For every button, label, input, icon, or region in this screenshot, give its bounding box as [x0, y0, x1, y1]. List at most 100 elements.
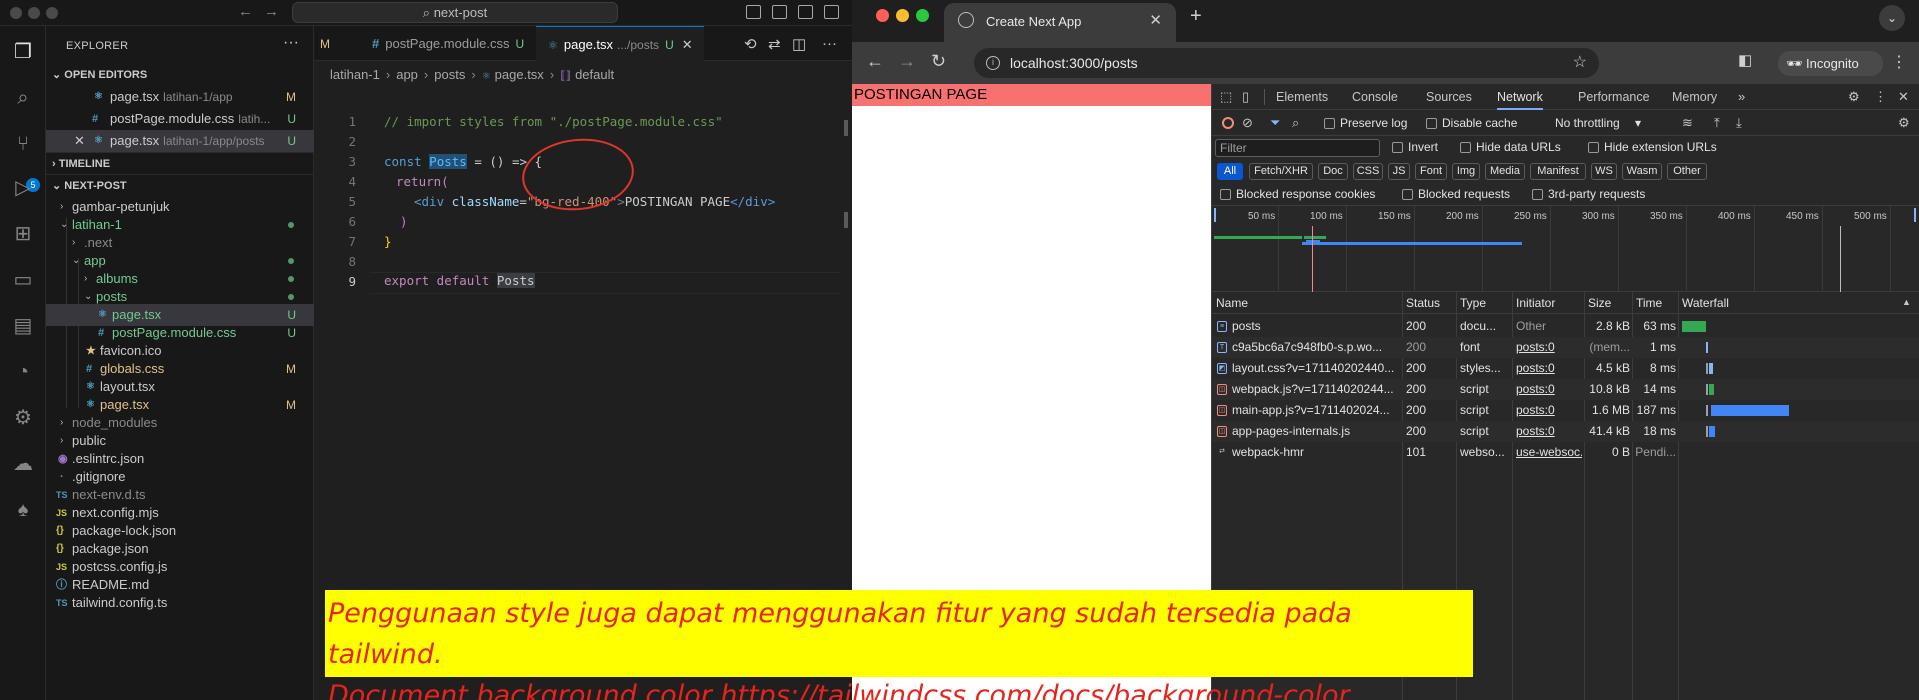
close-devtools-icon[interactable]: ✕	[1898, 89, 1909, 105]
network-settings-icon[interactable]: ⚙	[1898, 115, 1910, 131]
scrollbar-marker[interactable]	[844, 120, 848, 136]
import-har-icon[interactable]: ⤒	[1714, 115, 1720, 131]
network-overview[interactable]: 50 ms 100 ms 150 ms 200 ms 250 ms 300 ms…	[1212, 206, 1919, 292]
cell-initiator[interactable]: posts:0	[1516, 337, 1582, 358]
source-control-icon[interactable]: ⑂	[11, 132, 35, 156]
incognito-badge[interactable]: 🕶 Incognito	[1778, 51, 1883, 76]
clear-icon[interactable]: ⊘	[1242, 115, 1253, 131]
overview-range-handle[interactable]	[1214, 208, 1216, 222]
type-filter-ws[interactable]: WS	[1591, 163, 1617, 180]
address-bar[interactable]: i localhost:3000/posts ☆	[974, 48, 1599, 78]
tab-elements[interactable]: Elements	[1276, 84, 1328, 110]
column-header-type[interactable]: Type	[1456, 292, 1486, 314]
type-filter-manifest[interactable]: Manifest	[1530, 163, 1586, 180]
search-icon[interactable]: ⌕	[11, 86, 35, 110]
explorer-icon[interactable]: ❐	[11, 40, 35, 64]
disable-cache-checkbox[interactable]	[1426, 118, 1437, 129]
docker-icon[interactable]: ☁	[11, 452, 35, 476]
extensions-icon[interactable]: ⊞	[11, 222, 35, 246]
settings-sync-icon[interactable]: ⚙	[11, 406, 35, 430]
close-tab-icon[interactable]: ✕	[1149, 11, 1162, 29]
back-arrow-icon[interactable]: ←	[238, 3, 253, 20]
chrome-menu-icon[interactable]: ⋮	[1891, 52, 1907, 72]
side-panel-icon[interactable]: ◧	[1738, 51, 1752, 69]
preserve-log-checkbox[interactable]	[1324, 118, 1335, 129]
type-filter-media[interactable]: Media	[1485, 163, 1525, 180]
filter-funnel-icon[interactable]: ⏷	[1270, 115, 1280, 131]
customize-layout-icon[interactable]	[824, 5, 839, 19]
column-header-size[interactable]: Size	[1584, 292, 1611, 314]
invert-checkbox[interactable]	[1392, 142, 1403, 153]
new-tab-button[interactable]: +	[1190, 5, 1202, 28]
run-debug-icon[interactable]: ▷	[11, 176, 35, 200]
record-stop-icon[interactable]	[1222, 117, 1234, 129]
table-row[interactable]: ◩ layout.css?v=171140202440... 200 styles..…	[1212, 358, 1919, 379]
network-conditions-icon[interactable]: ≋	[1682, 115, 1693, 131]
browser-tab[interactable]: Create Next App ✕	[944, 3, 1176, 42]
blocked-cookies-checkbox[interactable]	[1220, 189, 1231, 200]
hide-data-urls-checkbox[interactable]	[1460, 142, 1471, 153]
back-arrow-icon[interactable]: ←	[866, 51, 884, 72]
tab-postpage-css[interactable]: # postPage.module.css U	[358, 26, 536, 61]
mongodb-leaf-icon[interactable]: ♠	[11, 498, 35, 522]
open-editor-item[interactable]: ⚛ page.tsx latihan-1/app M	[46, 86, 314, 108]
type-filter-font[interactable]: Font	[1415, 163, 1447, 180]
cell-initiator[interactable]: posts:0	[1516, 358, 1582, 379]
column-header-status[interactable]: Status	[1402, 292, 1440, 314]
column-header-initiator[interactable]: Initiator	[1512, 292, 1555, 314]
type-filter-js[interactable]: JS	[1388, 163, 1410, 180]
table-row[interactable]: ◫ webpack.js?v=17114020244... 200 script pos…	[1212, 379, 1919, 400]
export-har-icon[interactable]: ⤓	[1736, 115, 1742, 131]
more-actions-icon[interactable]: ···	[822, 35, 837, 52]
site-info-icon[interactable]: i	[986, 56, 1000, 70]
scrollbar-marker[interactable]	[844, 212, 848, 228]
forward-arrow-icon[interactable]: →	[264, 3, 279, 20]
column-header-waterfall[interactable]: Waterfall	[1678, 292, 1729, 314]
open-editor-item[interactable]: # postPage.module.css latih... U	[46, 108, 314, 130]
more-actions-icon[interactable]: ···	[283, 34, 299, 52]
tab-page-tsx-posts[interactable]: ⚛ page.tsx .../posts U ✕	[536, 26, 704, 61]
overview-range-handle[interactable]	[1914, 208, 1916, 222]
cell-initiator[interactable]: posts:0	[1516, 379, 1582, 400]
settings-gear-icon[interactable]: ⚙	[1848, 89, 1860, 105]
maximize-window-button[interactable]	[916, 9, 929, 22]
cell-initiator[interactable]: posts:0	[1516, 421, 1582, 442]
sort-ascending-icon[interactable]: ▲	[1902, 297, 1911, 307]
more-tabs-icon[interactable]: »	[1738, 89, 1745, 104]
cell-initiator[interactable]: use-websoc...	[1516, 442, 1582, 463]
maximize-window-button[interactable]	[46, 7, 58, 19]
tab-console[interactable]: Console	[1352, 84, 1398, 110]
bookmark-star-icon[interactable]: ☆	[1573, 48, 1587, 78]
project-header[interactable]: ⌄ NEXT-POST	[46, 174, 314, 196]
table-row[interactable]: Tc9a5bc6a7c948fb0-s.p.wo... 200 font posts:…	[1212, 337, 1919, 358]
timeline-header[interactable]: › TIMELINE	[46, 152, 314, 174]
throttling-select[interactable]: No throttling ▾	[1555, 116, 1641, 130]
folder-icon[interactable]: ▤	[11, 314, 35, 338]
close-icon[interactable]: ✕	[74, 130, 85, 152]
open-editor-item-active[interactable]: ✕ ⚛ page.tsx latihan-1/app/posts U	[46, 130, 314, 152]
minimize-window-button[interactable]	[28, 7, 40, 19]
type-filter-css[interactable]: CSS	[1353, 163, 1383, 180]
git-graph-icon[interactable]: ◔	[11, 360, 35, 384]
breadcrumb-item[interactable]: posts	[434, 67, 465, 82]
cell-initiator[interactable]: posts:0	[1516, 400, 1582, 421]
type-filter-all[interactable]: All	[1217, 163, 1243, 180]
table-row[interactable]: ◫ app-pages-internals.js 200 script posts:0 4…	[1212, 421, 1919, 442]
table-row[interactable]: ◫ main-app.js?v=1711402024... 200 script pos…	[1212, 400, 1919, 421]
third-party-checkbox[interactable]	[1532, 189, 1543, 200]
filter-input[interactable]: Filter	[1215, 139, 1380, 157]
customize-devtools-icon[interactable]: ⋮	[1874, 89, 1887, 105]
close-icon[interactable]: ✕	[682, 37, 693, 52]
type-filter-wasm[interactable]: Wasm	[1622, 163, 1662, 180]
type-filter-img[interactable]: Img	[1452, 163, 1480, 180]
blocked-requests-checkbox[interactable]	[1402, 189, 1413, 200]
remote-explorer-icon[interactable]: ▭	[11, 268, 35, 292]
type-filter-fetch-xhr[interactable]: Fetch/XHR	[1249, 163, 1313, 180]
minimize-window-button[interactable]	[896, 9, 909, 22]
table-row[interactable]: ≡ posts 200 docu... Other 2.8 kB 63 ms	[1212, 316, 1919, 337]
breadcrumb-item[interactable]: page.tsx	[495, 67, 544, 82]
split-editor-icon[interactable]: ◫	[792, 35, 806, 53]
toggle-panel-icon[interactable]	[772, 5, 787, 19]
device-toolbar-icon[interactable]: ▯	[1242, 89, 1249, 105]
toggle-secondary-sidebar-icon[interactable]	[798, 5, 813, 19]
